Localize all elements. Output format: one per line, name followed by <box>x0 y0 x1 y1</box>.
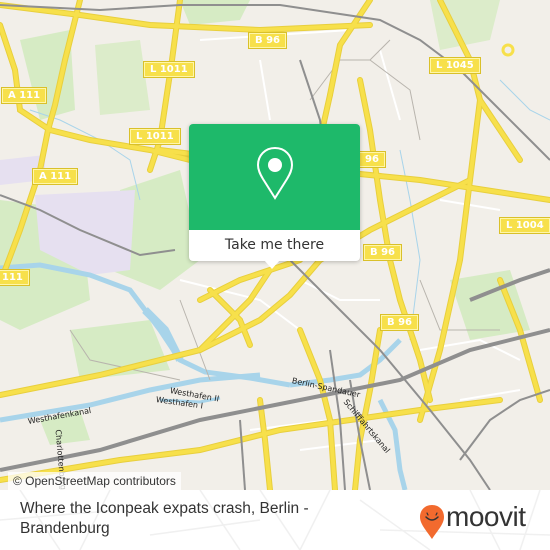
footer: Where the Iconpeak expats crash, Berlin … <box>0 490 550 550</box>
road-label-l1004: L 1004 <box>499 217 550 234</box>
place-title: Where the Iconpeak expats crash, Berlin … <box>20 500 309 537</box>
road-label-b96: B 96 <box>362 244 403 261</box>
map[interactable]: B 96 L 1011 L 1045 A 111 L 1011 A 111 96… <box>0 0 550 490</box>
road-label-a111: A 111 <box>31 168 79 185</box>
road-label-a111: A 111 <box>0 87 48 104</box>
roundabout <box>501 43 515 57</box>
road-label-l1011: L 1011 <box>143 61 195 78</box>
location-callout: Take me there <box>189 124 360 269</box>
road-label-b96: 96 <box>358 151 386 168</box>
road-label-l1011: L 1011 <box>129 128 181 145</box>
take-me-there-button[interactable]: Take me there <box>189 230 360 261</box>
road-label-a111: 111 <box>0 269 30 286</box>
callout-header <box>189 124 360 230</box>
callout-pointer <box>264 260 280 269</box>
road-label-l1045: L 1045 <box>429 57 481 74</box>
moovit-wordmark: moovit <box>446 501 526 532</box>
moovit-smile-pin-icon <box>420 505 444 539</box>
road-label-b96: B 96 <box>247 32 288 49</box>
location-pin-icon <box>256 146 294 200</box>
map-attribution[interactable]: © OpenStreetMap contributors <box>8 472 181 490</box>
road-label-b96: B 96 <box>379 314 420 331</box>
